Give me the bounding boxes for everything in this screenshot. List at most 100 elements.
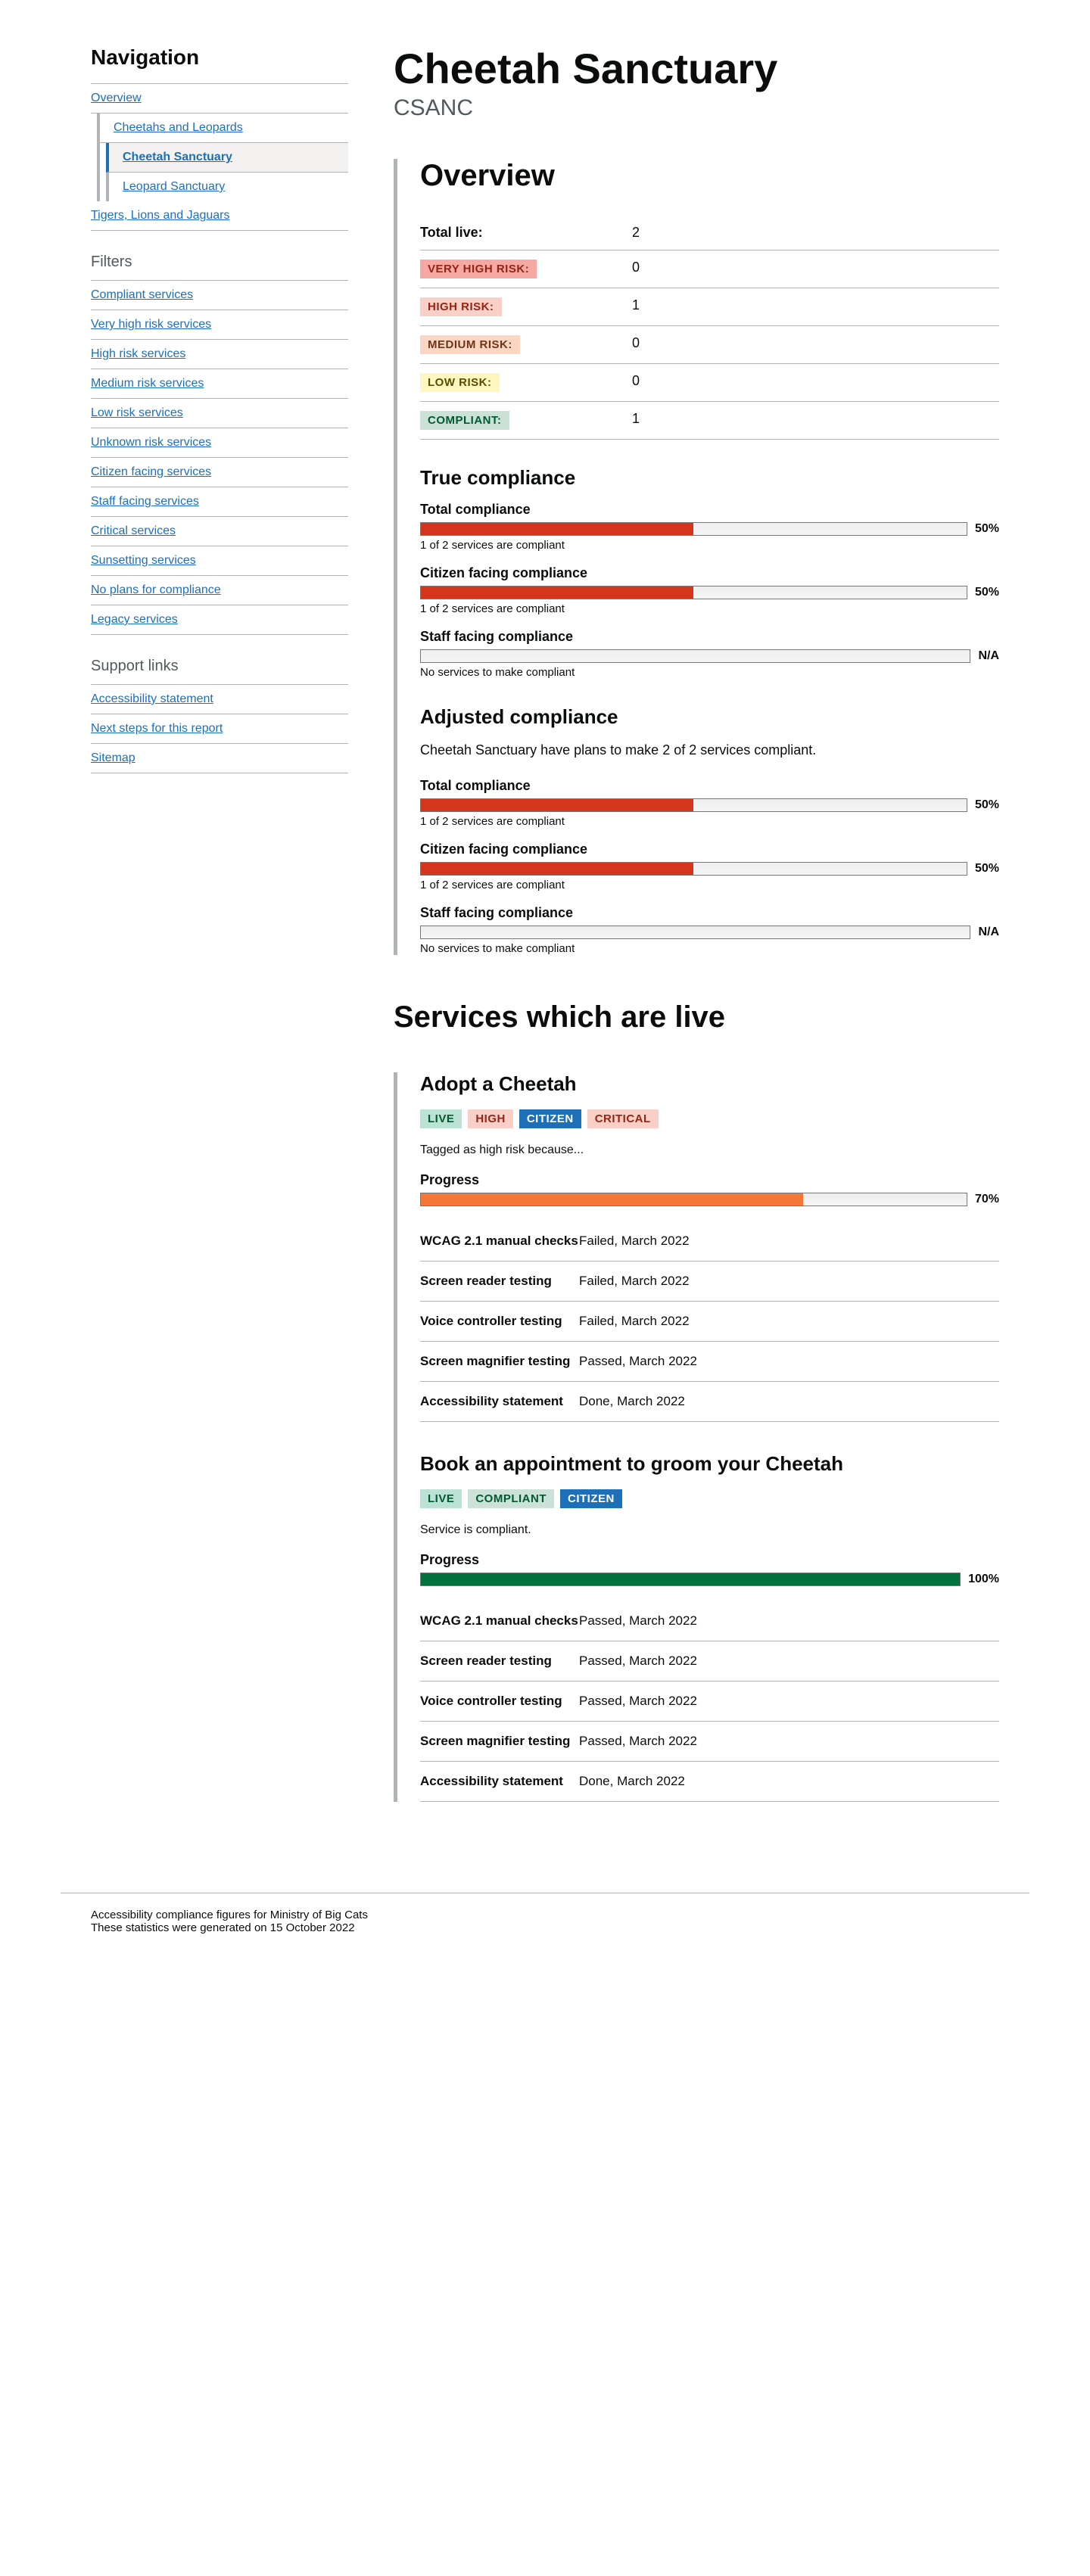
services-list: Adopt a CheetahLiveHighCitizenCriticalTa…	[420, 1072, 999, 1802]
progress-label: 50%	[975, 862, 999, 876]
support-link[interactable]: Sitemap	[91, 751, 135, 764]
checks-key: WCAG 2.1 manual checks	[420, 1234, 579, 1249]
progress-fill	[421, 799, 693, 811]
filter-link[interactable]: Very high risk services	[91, 318, 211, 331]
summary-key: Compliant:	[420, 411, 632, 430]
adj-compliance-heading: Adjusted compliance	[420, 705, 999, 729]
filters-title: Filters	[91, 254, 348, 271]
link-cheetah-sanctuary[interactable]: Cheetah Sanctuary	[123, 151, 232, 163]
progress-caption: 1 of 2 services are compliant	[420, 539, 999, 552]
progress-title: Citizen facing compliance	[420, 565, 999, 581]
checks-row: Voice controller testingFailed, March 20…	[420, 1302, 999, 1342]
progress-title: Progress	[420, 1552, 999, 1568]
progress-row: 100%	[420, 1573, 999, 1586]
progress-label: 50%	[975, 586, 999, 599]
checks-key: Accessibility statement	[420, 1774, 579, 1789]
checks-row: Screen magnifier testingPassed, March 20…	[420, 1722, 999, 1762]
summary-key: Very high risk:	[420, 260, 632, 278]
progress-block: Citizen facing compliance50%1 of 2 servi…	[420, 842, 999, 891]
support-link[interactable]: Accessibility statement	[91, 692, 213, 705]
filter-link[interactable]: Compliant services	[91, 288, 193, 301]
progress-title: Total compliance	[420, 502, 999, 518]
progress-bar	[420, 1193, 967, 1206]
progress-caption: 1 of 2 services are compliant	[420, 815, 999, 828]
progress-title: Total compliance	[420, 778, 999, 794]
checks-row: Screen magnifier testingPassed, March 20…	[420, 1342, 999, 1382]
link-tigers[interactable]: Tigers, Lions and Jaguars	[91, 209, 230, 222]
filter-row: Very high risk services	[91, 310, 348, 340]
filter-link[interactable]: Low risk services	[91, 406, 183, 419]
support-row: Next steps for this report	[91, 714, 348, 744]
service-tag: Citizen	[560, 1489, 622, 1508]
risk-tag: Very high risk:	[420, 260, 537, 278]
service-title: Book an appointment to groom your Cheeta…	[420, 1452, 999, 1476]
summary-row: Low risk: 0	[420, 364, 999, 402]
progress-title: Progress	[420, 1172, 999, 1188]
summary-key: Low risk:	[420, 373, 632, 392]
progress-row: 50%	[420, 862, 999, 876]
progress-label: N/A	[978, 926, 999, 939]
progress-label: 70%	[975, 1193, 999, 1206]
checks-row: Screen reader testingPassed, March 2022	[420, 1641, 999, 1682]
risk-tag: High risk:	[420, 297, 502, 316]
filter-row: Medium risk services	[91, 369, 348, 399]
filter-link[interactable]: Staff facing services	[91, 495, 199, 508]
filter-row: Legacy services	[91, 605, 348, 635]
filter-row: Unknown risk services	[91, 428, 348, 458]
progress-block: Staff facing complianceN/ANo services to…	[420, 629, 999, 679]
progress-fill	[421, 523, 693, 535]
checks-key: WCAG 2.1 manual checks	[420, 1613, 579, 1629]
filter-link[interactable]: Critical services	[91, 524, 176, 537]
filter-link[interactable]: Citizen facing services	[91, 465, 211, 478]
service-tag: Critical	[587, 1109, 659, 1128]
checks-row: Screen reader testingFailed, March 2022	[420, 1262, 999, 1302]
progress-block: Total compliance 50% 1 of 2 services are c…	[420, 778, 999, 828]
progress-caption: No services to make compliant	[420, 942, 999, 955]
checks-value: Passed, March 2022	[579, 1354, 999, 1369]
checks-value: Passed, March 2022	[579, 1613, 999, 1629]
filter-row: Citizen facing services	[91, 458, 348, 487]
support-link[interactable]: Next steps for this report	[91, 722, 223, 735]
service-note: Service is compliant.	[420, 1523, 999, 1537]
support-title: Support links	[91, 658, 348, 675]
link-leopard-sanctuary[interactable]: Leopard Sanctuary	[123, 180, 225, 193]
nav-tigers-row: Tigers, Lions and Jaguars	[91, 201, 348, 231]
nav-overview-row: Overview	[91, 84, 348, 114]
filter-link[interactable]: High risk services	[91, 347, 185, 360]
filter-link[interactable]: No plans for compliance	[91, 583, 221, 596]
service-block: Adopt a CheetahLiveHighCitizenCriticalTa…	[420, 1072, 999, 1422]
adj-compliance-blocks: Total compliance 50% 1 of 2 services are c…	[420, 778, 999, 955]
filter-link[interactable]: Legacy services	[91, 613, 178, 626]
checks-key: Accessibility statement	[420, 1394, 579, 1409]
service-title: Adopt a Cheetah	[420, 1072, 999, 1096]
filter-row: Critical services	[91, 517, 348, 546]
progress-caption: 1 of 2 services are compliant	[420, 602, 999, 615]
summary-value: 2	[632, 225, 999, 241]
service-tag: Citizen	[519, 1109, 581, 1128]
support-list: Accessibility statement Next steps for th…	[91, 685, 348, 773]
summary-value: 1	[632, 297, 999, 316]
summary-value: 0	[632, 373, 999, 392]
filter-row: Compliant services	[91, 281, 348, 310]
service-tag: High	[468, 1109, 513, 1128]
summary-key: Total live:	[420, 225, 632, 241]
summary-key: Medium risk:	[420, 335, 632, 354]
filter-link[interactable]: Sunsetting services	[91, 554, 196, 567]
filter-link[interactable]: Unknown risk services	[91, 436, 211, 449]
filter-link[interactable]: Medium risk services	[91, 377, 204, 390]
progress-bar	[420, 798, 967, 812]
checks-row: WCAG 2.1 manual checksPassed, March 2022	[420, 1601, 999, 1641]
progress-bar	[420, 1573, 961, 1586]
service-tag: Compliant	[468, 1489, 554, 1508]
progress-fill	[421, 1573, 960, 1585]
checks-key: Screen magnifier testing	[420, 1354, 579, 1369]
link-cheetahs-leopards[interactable]: Cheetahs and Leopards	[114, 121, 243, 134]
nav-overview-link[interactable]: Overview	[91, 92, 142, 104]
summary-row: Very high risk:0	[420, 250, 999, 288]
nav-title: Navigation	[91, 45, 348, 70]
sub-nav: Cheetahs and Leopards Cheetah Sanctuary …	[97, 114, 348, 201]
risk-tag: Low risk:	[420, 373, 500, 392]
progress-row: N/A	[420, 926, 999, 939]
progress-row: 50%	[420, 798, 999, 812]
checks-row: Accessibility statementDone, March 2022	[420, 1762, 999, 1802]
